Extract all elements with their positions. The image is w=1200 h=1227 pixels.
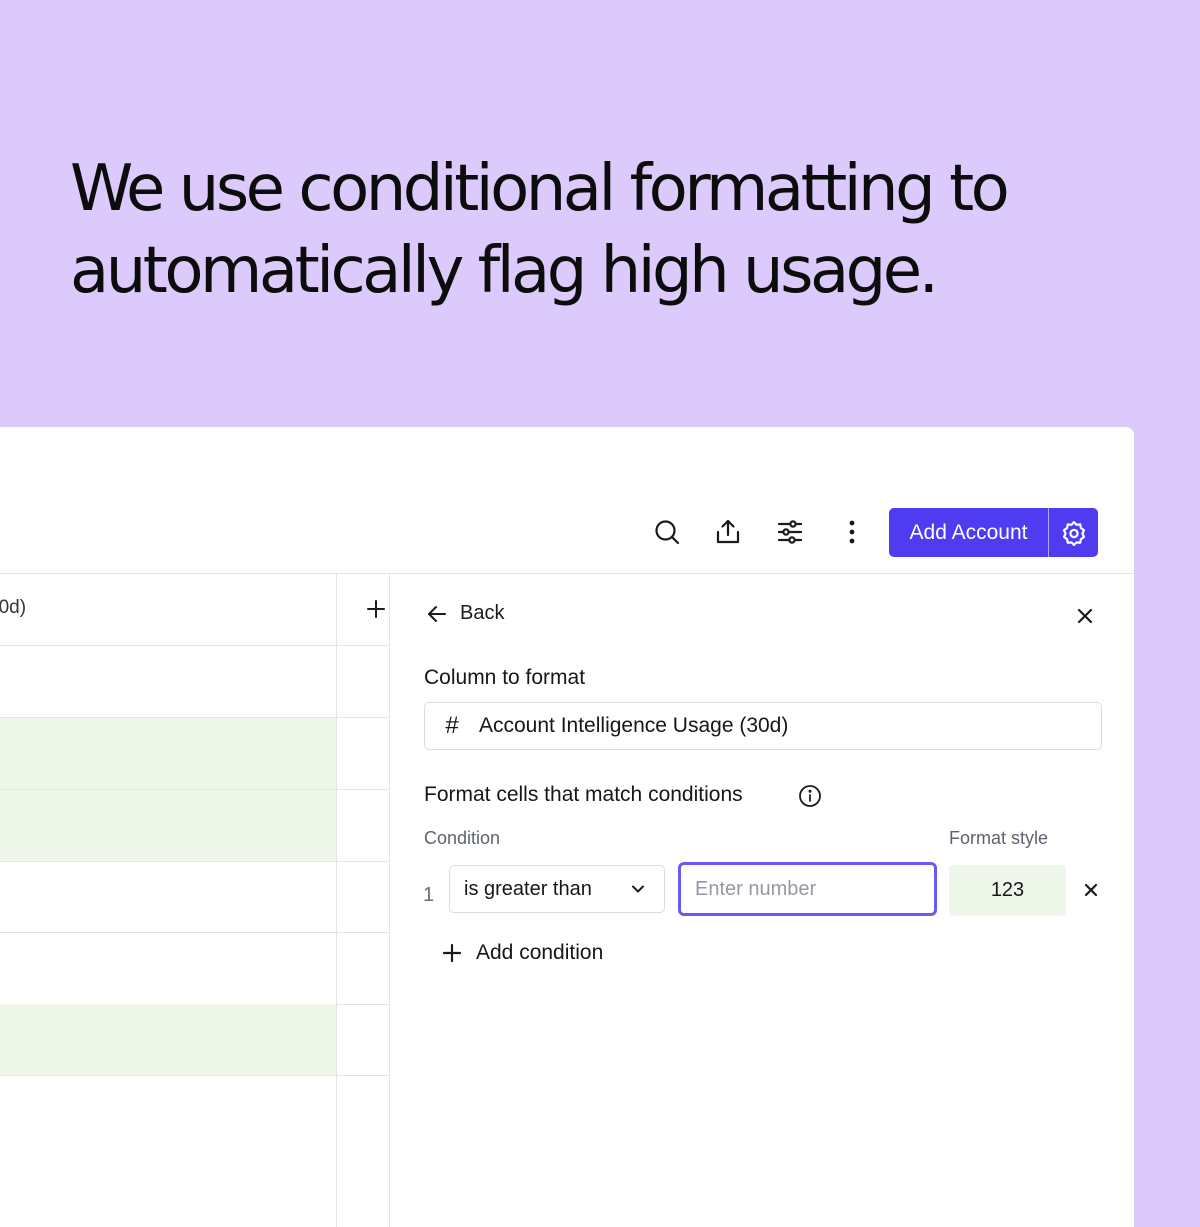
- usage-cell[interactable]: [0, 718, 336, 789]
- account-settings-button[interactable]: [1049, 508, 1098, 557]
- back-button[interactable]: Back: [426, 602, 504, 625]
- headline-line-1: We use conditional formatting to: [70, 152, 1010, 226]
- more-vertical-icon: [849, 520, 855, 544]
- filter-button[interactable]: [774, 516, 806, 548]
- condition-operator-value: is greater than: [464, 877, 592, 900]
- headline-line-2: automatically flag high usage.: [70, 234, 939, 308]
- table-row[interactable]: [0, 861, 389, 933]
- more-options-button[interactable]: [836, 516, 868, 548]
- condition-value-input[interactable]: [678, 862, 937, 916]
- remove-condition-button[interactable]: [1080, 879, 1102, 901]
- format-style-preview[interactable]: 123: [949, 865, 1066, 916]
- conditions-label: Format cells that match conditions: [424, 783, 743, 806]
- usage-cell[interactable]: [0, 790, 336, 861]
- back-label: Back: [460, 602, 505, 624]
- gear-icon: [1062, 520, 1085, 546]
- export-button[interactable]: [712, 516, 744, 548]
- search-icon: [655, 520, 680, 545]
- table-row[interactable]: [0, 1004, 389, 1076]
- plus-icon: [442, 943, 462, 963]
- upload-icon: [716, 519, 740, 544]
- close-panel-button[interactable]: [1072, 603, 1098, 629]
- close-icon: [1077, 608, 1093, 624]
- add-condition-label: Add condition: [476, 941, 604, 964]
- format-style-column-header: Format style: [949, 828, 1049, 848]
- column-select[interactable]: # Account Intelligence Usage (30d): [424, 702, 1102, 750]
- table-row[interactable]: [0, 718, 389, 790]
- search-button[interactable]: [651, 516, 683, 548]
- number-type-icon: #: [445, 712, 459, 739]
- table-row[interactable]: [0, 574, 389, 646]
- condition-index: 1: [423, 884, 435, 906]
- usage-cell[interactable]: [0, 646, 336, 717]
- table-row[interactable]: [0, 933, 389, 1005]
- chevron-down-icon: [632, 885, 644, 893]
- info-icon: [799, 785, 821, 807]
- headline: We use conditional formatting to automat…: [70, 148, 1160, 312]
- arrow-left-icon: [428, 605, 446, 622]
- add-condition-button[interactable]: Add condition: [442, 941, 603, 965]
- app-window: Add Account 30d): [0, 427, 1134, 1227]
- usage-cell[interactable]: [0, 861, 336, 932]
- table-row[interactable]: [0, 790, 389, 862]
- column-to-format-label: Column to format: [424, 666, 586, 689]
- table-row[interactable]: [0, 646, 389, 718]
- condition-operator-select[interactable]: is greater than: [449, 865, 665, 913]
- close-icon: [1084, 883, 1098, 897]
- info-button[interactable]: [798, 784, 822, 808]
- add-account-button[interactable]: Add Account: [889, 508, 1049, 557]
- usage-cell[interactable]: [0, 1004, 336, 1075]
- condition-column-header: Condition: [424, 828, 501, 848]
- add-account-split-button: Add Account: [889, 508, 1098, 557]
- conditional-formatting-panel: Back Column to format # Account Intellig…: [390, 574, 1134, 1227]
- sliders-icon: [777, 520, 803, 544]
- usage-cell[interactable]: [0, 574, 336, 645]
- usage-cell[interactable]: [0, 933, 336, 1004]
- column-select-value: Account Intelligence Usage (30d): [479, 714, 789, 737]
